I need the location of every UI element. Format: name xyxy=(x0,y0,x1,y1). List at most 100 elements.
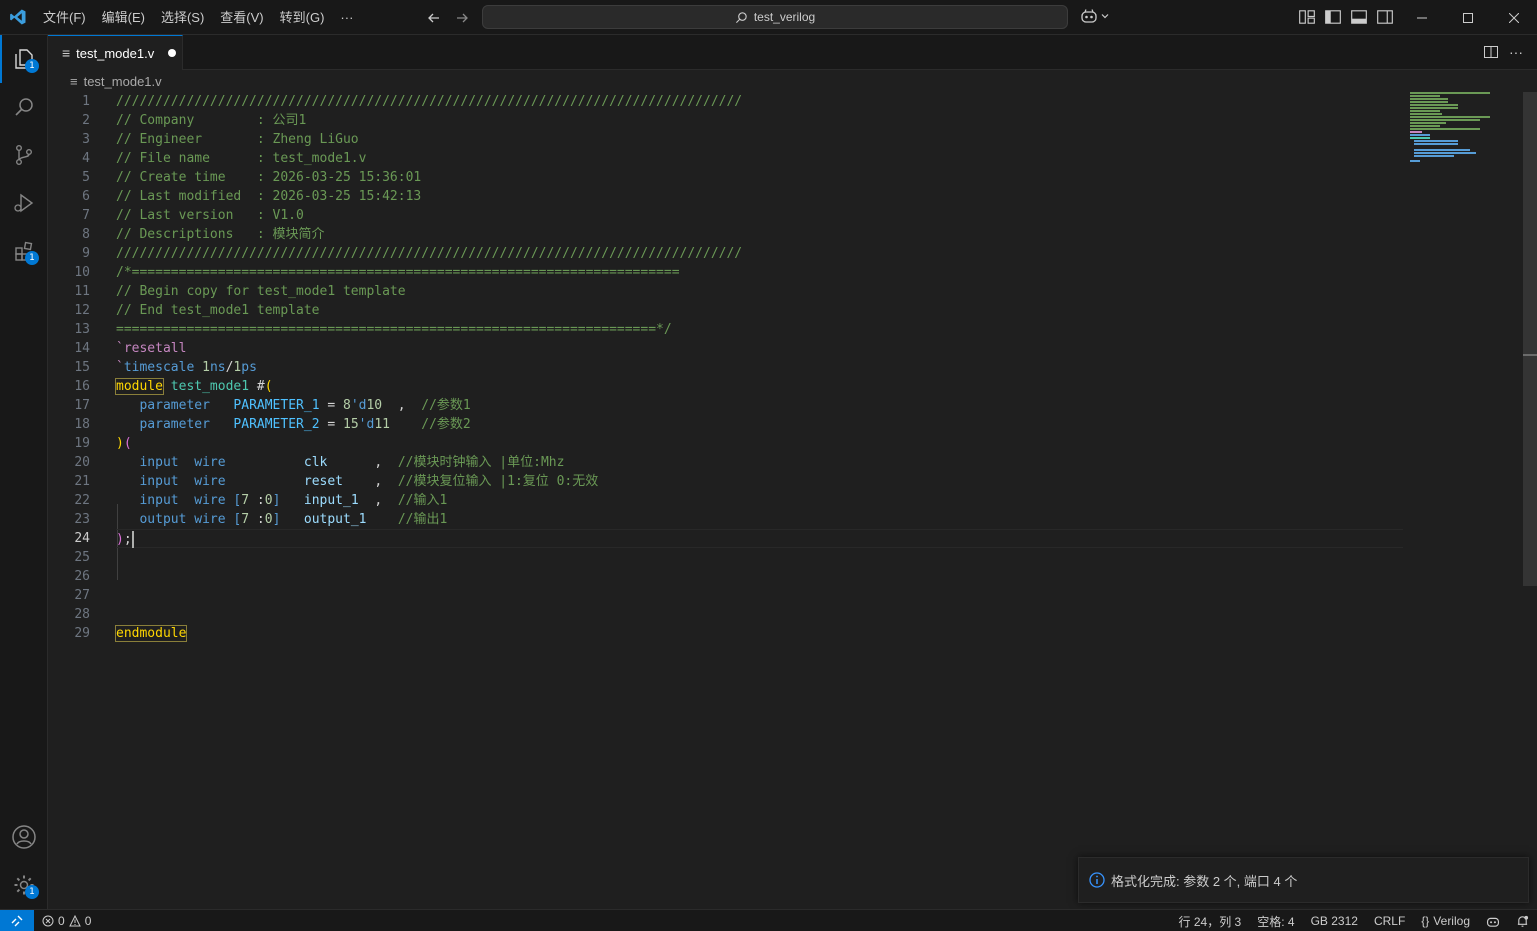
notifications-button[interactable] xyxy=(1508,915,1537,928)
code-line[interactable] xyxy=(116,548,1406,567)
code-token: timescale xyxy=(123,360,203,375)
account-icon xyxy=(12,825,36,849)
minimap[interactable] xyxy=(1410,92,1500,162)
line-number: 19 xyxy=(74,436,90,451)
code-line[interactable]: parameter PARAMETER_1 = 8'd10 , //参数1 xyxy=(116,396,1406,415)
code-line[interactable]: // Engineer : Zheng LiGuo xyxy=(116,130,1406,149)
code-line[interactable]: ========================================… xyxy=(116,320,1406,339)
code-line[interactable] xyxy=(116,586,1406,605)
command-center-search[interactable]: test_verilog xyxy=(482,5,1068,29)
code-line[interactable]: ); xyxy=(116,529,1403,548)
file-lines-icon: ≡ xyxy=(70,73,78,89)
code-token: parameter xyxy=(139,398,210,413)
language-label: Verilog xyxy=(1433,914,1470,928)
line-number: 1 xyxy=(82,94,90,109)
close-button[interactable] xyxy=(1491,0,1537,35)
code-token: = xyxy=(319,398,343,413)
code-area[interactable]: ////////////////////////////////////////… xyxy=(114,92,1406,643)
manage-button[interactable]: 1 xyxy=(0,861,48,909)
code-line[interactable]: input wire reset , //模块复位输入 |1:复位 0:无效 xyxy=(116,472,1406,491)
breadcrumb-file[interactable]: test_mode1.v xyxy=(84,74,162,89)
scroll-thumb[interactable] xyxy=(1523,92,1537,586)
toggle-panel-icon[interactable] xyxy=(1350,8,1368,26)
cursor-position[interactable]: 行 24，列 3 xyxy=(1171,913,1250,930)
code-line[interactable] xyxy=(116,605,1406,624)
menu-edit[interactable]: 编辑(E) xyxy=(94,0,153,35)
code-line[interactable]: // Last version : V1.0 xyxy=(116,206,1406,225)
menu-go[interactable]: 转到(G) xyxy=(272,0,333,35)
accounts-button[interactable] xyxy=(0,813,48,861)
code-line[interactable] xyxy=(116,567,1406,586)
source-control-button[interactable] xyxy=(0,131,48,179)
copilot-button[interactable] xyxy=(1080,8,1110,24)
code-token: wire xyxy=(194,493,226,508)
code-token: 8 xyxy=(343,398,351,413)
menu-selection[interactable]: 选择(S) xyxy=(153,0,212,35)
indentation[interactable]: 空格: 4 xyxy=(1249,913,1302,930)
notification-toast[interactable]: 格式化完成: 参数 2 个, 端口 4 个 xyxy=(1078,857,1529,903)
language-mode[interactable]: {} Verilog xyxy=(1413,914,1478,928)
code-line[interactable]: endmodule xyxy=(114,624,1406,643)
code-editor[interactable]: 1 2 3 4 5 6 7 8 9 10 11 12 13 14 15 16 17 18 19 20 21 22 23 24 2… xyxy=(48,92,1537,909)
code-token: // Company : 公司1 xyxy=(116,113,307,128)
code-line[interactable]: // Descriptions : 模块简介 xyxy=(116,225,1406,244)
code-line[interactable]: module test_mode1 #( xyxy=(115,377,1406,396)
code-line[interactable]: // End test_mode1 template xyxy=(116,301,1406,320)
line-number: 28 xyxy=(74,607,90,622)
vertical-scrollbar[interactable] xyxy=(1523,92,1537,909)
maximize-button[interactable] xyxy=(1445,0,1491,35)
more-actions-icon[interactable]: ··· xyxy=(1509,44,1523,60)
forward-arrow-icon[interactable] xyxy=(452,8,472,28)
toggle-secondary-sidebar-icon[interactable] xyxy=(1376,8,1394,26)
tab-test-mode1[interactable]: ≡ test_mode1.v xyxy=(48,35,183,70)
code-line[interactable]: // Last modified : 2026-03-25 15:42:13 xyxy=(116,187,1406,206)
code-line[interactable]: // Create time : 2026-03-25 15:36:01 xyxy=(116,168,1406,187)
code-line[interactable]: // File name : test_mode1.v xyxy=(116,149,1406,168)
code-token: ) xyxy=(116,532,124,547)
menu-more[interactable]: ··· xyxy=(332,0,361,35)
remote-button[interactable] xyxy=(0,909,34,931)
code-line[interactable]: input wire clk , //模块时钟输入 |单位:Mhz xyxy=(116,453,1406,472)
code-line[interactable]: `resetall xyxy=(116,339,1406,358)
toggle-primary-sidebar-icon[interactable] xyxy=(1324,8,1342,26)
tab-label: test_mode1.v xyxy=(76,45,155,61)
minimize-button[interactable] xyxy=(1399,0,1445,35)
code-line[interactable]: output wire [7 :0] output_1 //输出1 xyxy=(116,510,1406,529)
code-line[interactable]: input wire [7 :0] input_1 , //输入1 xyxy=(116,491,1406,510)
code-line[interactable]: )( xyxy=(116,434,1406,453)
unsaved-dot-icon[interactable] xyxy=(168,49,177,57)
code-line[interactable]: ////////////////////////////////////////… xyxy=(116,92,1406,111)
run-debug-button[interactable] xyxy=(0,179,48,227)
encoding[interactable]: GB 2312 xyxy=(1303,914,1366,928)
problems-indicator[interactable]: 0 0 xyxy=(34,914,91,928)
menu-view[interactable]: 查看(V) xyxy=(212,0,271,35)
scroll-cursor-marker xyxy=(1523,354,1537,356)
copilot-status[interactable] xyxy=(1478,915,1508,928)
code-token: PARAMETER_1 xyxy=(233,398,320,413)
code-token: 1 xyxy=(202,360,210,375)
code-token: ; xyxy=(123,532,132,547)
search-button[interactable] xyxy=(0,83,48,131)
back-arrow-icon[interactable] xyxy=(424,8,444,28)
code-token: PARAMETER_2 xyxy=(233,417,320,432)
vscode-logo-icon xyxy=(0,0,35,35)
end-of-line[interactable]: CRLF xyxy=(1366,914,1413,928)
code-line[interactable]: ////////////////////////////////////////… xyxy=(116,244,1406,263)
line-number: 7 xyxy=(82,208,90,223)
code-line[interactable]: // Begin copy for test_mode1 template xyxy=(116,282,1406,301)
code-line[interactable]: // Company : 公司1 xyxy=(116,111,1406,130)
split-editor-icon[interactable] xyxy=(1483,44,1499,60)
line-number: 20 xyxy=(74,455,90,470)
code-line[interactable]: /*======================================… xyxy=(116,263,1406,282)
code-token: test_mode1 xyxy=(170,379,250,394)
explorer-button[interactable]: 1 xyxy=(0,35,48,83)
code-token: , xyxy=(327,455,398,470)
code-line[interactable]: parameter PARAMETER_2 = 15'd11 //参数2 xyxy=(116,415,1406,434)
menu-file[interactable]: 文件(F) xyxy=(35,0,94,35)
extensions-button[interactable]: 1 xyxy=(0,227,48,275)
code-line[interactable]: `timescale 1ns/1ps xyxy=(116,358,1406,377)
customize-layout-icon[interactable] xyxy=(1298,8,1316,26)
code-token: = xyxy=(319,417,343,432)
